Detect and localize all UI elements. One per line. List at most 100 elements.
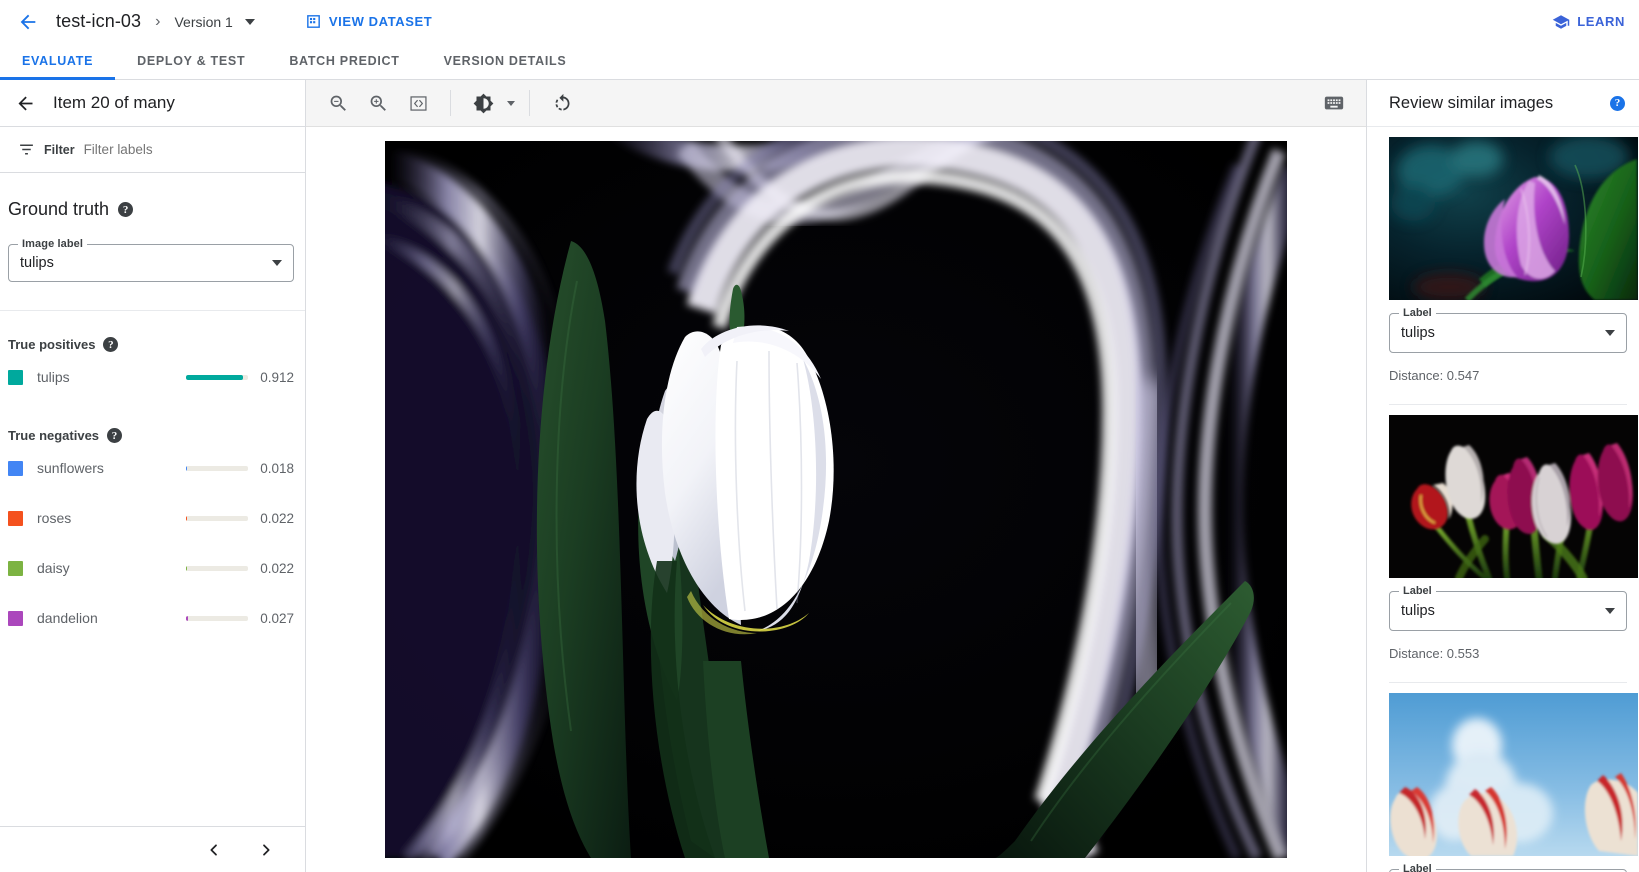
ground-truth-label: Ground truth (8, 199, 109, 220)
breadcrumb-separator: › (155, 13, 160, 31)
version-label: Version 1 (174, 14, 232, 30)
view-dataset-label: VIEW DATASET (329, 14, 433, 29)
help-icon[interactable]: ? (1610, 96, 1625, 111)
true-negatives-title: True negatives ? (0, 402, 305, 443)
true-negatives-list: sunflowers0.018roses0.022daisy0.022dande… (0, 443, 305, 643)
true-positives-title: True positives ? (0, 311, 305, 352)
fit-to-screen-icon (408, 93, 429, 114)
metric-value: 0.018 (248, 461, 294, 476)
brightness-contrast-button[interactable] (465, 85, 501, 121)
similar-image-card: Label (1367, 683, 1639, 872)
project-title: test-icn-03 (56, 11, 141, 32)
tulip-bouquet-thumb-art (1389, 415, 1638, 578)
confidence-bar (186, 466, 248, 471)
filter-bar: Filter (0, 127, 305, 173)
similar-images-panel: Review similar images ? (1367, 80, 1639, 872)
help-icon[interactable]: ? (107, 428, 122, 443)
tab-batch-predict[interactable]: BATCH PREDICT (267, 43, 421, 79)
image-label-select[interactable]: Image label tulips (8, 244, 294, 282)
filter-label: Filter (44, 143, 75, 157)
main-image-art (385, 141, 1287, 858)
automl-evaluate-page: test-icn-03 › Version 1 VIEW DATASET LEA… (0, 0, 1639, 872)
toolbar-divider (450, 90, 451, 116)
image-viewer-panel (306, 80, 1367, 872)
toolbar-divider (529, 90, 530, 116)
image-canvas (306, 127, 1366, 872)
rotate-left-icon (552, 93, 573, 114)
filter-icon[interactable] (18, 141, 35, 158)
arrow-back-icon (15, 93, 36, 114)
previous-item-button[interactable] (197, 833, 231, 867)
next-item-button[interactable] (249, 833, 283, 867)
fit-to-screen-button[interactable] (400, 85, 436, 121)
brightness-dropdown-caret-icon[interactable] (507, 101, 515, 106)
metric-label: dandelion (37, 610, 186, 626)
label-color-swatch (8, 511, 23, 526)
metric-row: tulips0.912 (0, 352, 305, 402)
metric-label: sunflowers (37, 460, 186, 476)
label-color-swatch (8, 370, 23, 385)
similar-images-list: Label tulips Distance: 0.547 (1367, 127, 1639, 872)
zoom-out-button[interactable] (320, 85, 356, 121)
label-legend: Label (1399, 585, 1436, 597)
metric-row: roses 0.022 (0, 493, 305, 543)
keyboard-icon (1323, 92, 1345, 114)
confidence-bar-fill (186, 516, 187, 521)
label-color-swatch (8, 561, 23, 576)
metric-value: 0.912 (248, 370, 294, 385)
true-positives-list: tulips0.912 (0, 352, 305, 402)
tab-deploy-and-test[interactable]: DEPLOY & TEST (115, 43, 267, 79)
left-panel-header: Item 20 of many (0, 80, 305, 127)
tab-version-details[interactable]: VERSION DETAILS (422, 43, 589, 79)
left-panel-content: Ground truth ? Image label tulips True p… (0, 173, 305, 826)
ground-truth-section-title: Ground truth ? (0, 173, 305, 220)
metric-row: sunflowers 0.018 (0, 443, 305, 493)
confidence-bar-fill (186, 616, 188, 621)
help-icon[interactable]: ? (118, 202, 133, 217)
similar-image-label-select[interactable]: Label tulips (1389, 313, 1627, 353)
dataset-grid-icon (305, 13, 322, 30)
left-panel-back-button[interactable] (7, 85, 43, 121)
keyboard-shortcuts-button[interactable] (1316, 85, 1352, 121)
similar-image-distance: Distance: 0.547 (1389, 368, 1639, 383)
tab-evaluate[interactable]: EVALUATE (0, 43, 115, 79)
metric-value: 0.022 (248, 511, 294, 526)
label-color-swatch (8, 461, 23, 476)
similar-image-card: Label tulips Distance: 0.547 (1367, 127, 1639, 405)
zoom-in-icon (368, 93, 389, 114)
view-dataset-button[interactable]: VIEW DATASET (305, 13, 433, 30)
chevron-down-icon (272, 260, 282, 266)
similar-image-distance: Distance: 0.553 (1389, 646, 1639, 661)
confidence-bar-fill (186, 375, 243, 380)
metric-label: roses (37, 510, 186, 526)
similar-image-thumbnail[interactable] (1389, 693, 1638, 856)
confidence-bar (186, 616, 248, 621)
label-value: tulips (1401, 325, 1435, 341)
metric-row: dandelion0.027 (0, 593, 305, 643)
similar-image-label-select[interactable]: Label tulips (1389, 591, 1627, 631)
chevron-down-icon (1605, 330, 1615, 336)
learn-button[interactable]: LEARN (1552, 13, 1625, 31)
tab-bar: EVALUATE DEPLOY & TEST BATCH PREDICT VER… (0, 43, 1639, 80)
chevron-right-icon (258, 842, 274, 858)
zoom-in-button[interactable] (360, 85, 396, 121)
brightness-contrast-icon (473, 93, 494, 114)
similar-image-thumbnail[interactable] (1389, 415, 1638, 578)
help-icon[interactable]: ? (103, 337, 118, 352)
main-image[interactable] (385, 141, 1287, 858)
similar-image-thumbnail[interactable] (1389, 137, 1638, 300)
item-counter: Item 20 of many (53, 93, 175, 113)
label-value: tulips (1401, 603, 1435, 619)
back-button[interactable] (10, 4, 46, 40)
page-body: Item 20 of many Filter Ground truth ? Im… (0, 80, 1639, 872)
metric-label: daisy (37, 560, 186, 576)
left-detail-panel: Item 20 of many Filter Ground truth ? Im… (0, 80, 306, 872)
rotate-left-button[interactable] (544, 85, 580, 121)
version-dropdown-caret-icon[interactable] (245, 19, 255, 25)
filter-labels-input[interactable] (84, 142, 244, 157)
top-app-bar: test-icn-03 › Version 1 VIEW DATASET LEA… (0, 0, 1639, 43)
purple-tulip-thumb-art (1389, 137, 1638, 300)
similar-image-card: Label tulips Distance: 0.553 (1367, 405, 1639, 683)
metric-row: daisy0.022 (0, 543, 305, 593)
confidence-bar-fill (186, 566, 187, 571)
